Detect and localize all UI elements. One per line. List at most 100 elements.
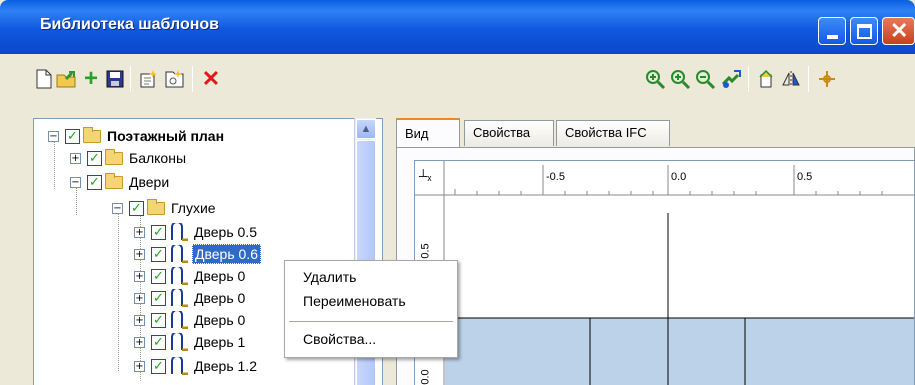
checkbox-checked[interactable]: ✓ — [151, 312, 166, 328]
tree-node[interactable]: + ✓ Дверь 1.2 — [134, 355, 259, 377]
ruler-label: -0.5 — [546, 171, 565, 183]
menu-item-delete[interactable]: Удалить — [303, 269, 356, 285]
checkbox-checked[interactable]: ✓ — [151, 290, 166, 306]
checkbox-checked[interactable]: ✓ — [151, 268, 166, 284]
expand-toggle-icon[interactable]: + — [70, 152, 81, 164]
expand-toggle-icon[interactable]: + — [134, 292, 145, 304]
rotate-icon[interactable] — [756, 68, 778, 90]
menu-item-properties[interactable]: Свойства... — [303, 331, 376, 347]
context-menu: Удалить Переименовать Свойства... — [284, 260, 458, 358]
door-icon — [169, 355, 189, 376]
open-folder-icon[interactable] — [56, 68, 78, 90]
ruler-label: 0.0 — [671, 171, 687, 183]
scroll-up-button[interactable]: ▲ — [356, 119, 376, 139]
folder-icon — [83, 126, 101, 143]
title-bar[interactable]: Библиотека шаблонов ✕ — [0, 0, 915, 54]
zoom-in-icon[interactable] — [670, 68, 692, 90]
tab-strip: Вид Свойства Свойства IFC — [396, 118, 915, 148]
checkbox-checked[interactable]: ✓ — [151, 224, 166, 240]
tree-connector — [118, 211, 119, 371]
tab-ifc-properties[interactable]: Свойства IFC — [556, 120, 670, 146]
expand-toggle-icon[interactable]: + — [134, 314, 145, 326]
tree-node[interactable]: + ✓ Дверь 0.6 — [134, 243, 261, 265]
zoom-out-icon[interactable] — [695, 68, 717, 90]
ruler-label: 0.0 — [419, 369, 432, 385]
checkbox-checked[interactable]: ✓ — [129, 200, 144, 216]
ruler-label: 0.5 — [797, 171, 813, 183]
preview-viewport[interactable]: -0.5 0.0 0.5 0.5 0.0 ┴ₓ — [414, 160, 915, 385]
tree-node[interactable]: + ✓ Дверь 0 — [134, 309, 247, 331]
tree-node-label: Дверь 0 — [194, 312, 246, 328]
add-plus-icon[interactable]: + — [80, 67, 102, 91]
axis-origin-icon: ┴ₓ — [419, 169, 432, 183]
expand-toggle-icon[interactable]: + — [134, 248, 145, 260]
toolbar: + ✕ — [0, 58, 915, 102]
zoom-all-icon[interactable] — [645, 68, 667, 90]
folder-icon — [105, 172, 123, 189]
tree-node-label: Дверь 0.5 — [194, 224, 257, 240]
tree-node[interactable]: − ✓ Поэтажный план — [48, 125, 226, 147]
collapse-toggle-icon[interactable]: − — [70, 176, 81, 188]
tree-node-label: Балконы — [129, 150, 187, 166]
collapse-toggle-icon[interactable]: − — [48, 130, 59, 142]
checkbox-checked[interactable]: ✓ — [151, 246, 166, 262]
door-icon — [169, 331, 189, 352]
expand-toggle-icon[interactable]: + — [134, 226, 145, 238]
close-icon: ✕ — [890, 18, 909, 43]
collapse-toggle-icon[interactable]: − — [112, 202, 123, 214]
tree-node[interactable]: + ✓ Дверь 0 — [134, 265, 247, 287]
tree-node-label: Поэтажный план — [107, 128, 225, 144]
tab-properties[interactable]: Свойства — [464, 120, 554, 146]
center-icon[interactable] — [816, 68, 838, 90]
tree-node[interactable]: − ✓ Двери — [70, 171, 171, 193]
door-icon — [169, 309, 189, 330]
tree-node-label: Глухие — [171, 200, 216, 216]
minimize-icon — [827, 35, 838, 39]
maximize-icon — [857, 24, 872, 39]
door-icon — [169, 265, 189, 286]
expand-toggle-icon[interactable]: + — [134, 360, 145, 372]
checkbox-checked[interactable]: ✓ — [87, 150, 102, 166]
tree-node-label: Двери — [129, 174, 170, 190]
tree-node-label: Дверь 1.2 — [194, 358, 257, 374]
toolbar-separator — [748, 66, 749, 92]
new-document-icon[interactable] — [33, 68, 55, 90]
expand-toggle-icon[interactable]: + — [134, 336, 145, 348]
preview-fill — [445, 318, 914, 385]
checkbox-checked[interactable]: ✓ — [87, 174, 102, 190]
door-icon — [169, 243, 189, 264]
tree-node[interactable]: + ✓ Балконы — [70, 147, 188, 169]
mirror-icon[interactable] — [781, 68, 803, 90]
ruler-label: 0.5 — [419, 243, 432, 259]
minimize-button[interactable] — [818, 17, 846, 45]
properties-icon[interactable] — [164, 68, 186, 90]
checkbox-checked[interactable]: ✓ — [151, 334, 166, 350]
menu-separator — [289, 321, 453, 322]
tab-view[interactable]: Вид — [396, 118, 460, 148]
tree-node[interactable]: + ✓ Дверь 1 — [134, 331, 247, 353]
door-icon — [169, 287, 189, 308]
expand-toggle-icon[interactable]: + — [134, 270, 145, 282]
zoom-window-icon[interactable] — [720, 68, 742, 90]
new-template-icon[interactable] — [138, 68, 160, 90]
folder-icon — [147, 198, 165, 215]
save-icon[interactable] — [104, 68, 126, 90]
close-button[interactable]: ✕ — [882, 17, 915, 45]
template-library-window: Библиотека шаблонов ✕ + ✕ − ✓ Поэтажный … — [0, 0, 915, 385]
toolbar-separator — [130, 66, 131, 92]
maximize-button[interactable] — [850, 17, 878, 45]
delete-icon[interactable]: ✕ — [200, 68, 222, 90]
tree-connector — [54, 141, 55, 189]
menu-item-rename[interactable]: Переименовать — [303, 293, 406, 309]
checkbox-checked[interactable]: ✓ — [65, 128, 80, 144]
checkbox-checked[interactable]: ✓ — [151, 358, 166, 374]
toolbar-separator — [808, 66, 809, 92]
tree-node[interactable]: + ✓ Дверь 0.5 — [134, 221, 259, 243]
tree-node[interactable]: − ✓ Глухие — [112, 197, 218, 219]
toolbar-separator — [192, 66, 193, 92]
door-icon — [169, 221, 189, 242]
preview-drawing — [415, 161, 914, 385]
tree-node-label: Дверь 0 — [194, 268, 246, 284]
tree-node-label-selected: Дверь 0.6 — [192, 244, 261, 264]
tree-node[interactable]: + ✓ Дверь 0 — [134, 287, 247, 309]
